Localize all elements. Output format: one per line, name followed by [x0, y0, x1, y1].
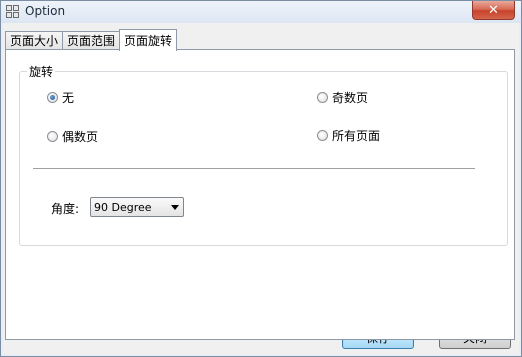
dialog-client-area: 页面大小 页面范围 页面旋转 旋转 无 奇数页 偶数页 所有页面 角度: 90 …: [3, 23, 519, 354]
radio-all-pages-label: 所有页面: [332, 129, 381, 143]
angle-dropdown-value: 90 Degree: [94, 201, 152, 214]
radio-odd-pages-label: 奇数页: [332, 91, 369, 105]
tab-page-rotation[interactable]: 页面旋转: [119, 29, 178, 51]
chevron-down-icon: [171, 205, 179, 210]
close-icon: ✕: [488, 2, 499, 18]
tab-page-range[interactable]: 页面范围: [62, 31, 121, 50]
radio-all-pages[interactable]: 所有页面: [317, 127, 380, 144]
radio-even-pages-label: 偶数页: [62, 130, 99, 144]
rotation-tab-panel: 旋转 无 奇数页 偶数页 所有页面 角度: 90 Degree: [5, 49, 515, 340]
app-grid-icon: [6, 5, 19, 18]
radio-unchecked-icon: [47, 131, 58, 142]
radio-checked-icon: [47, 92, 58, 103]
window-title: Option: [25, 4, 66, 18]
radio-even-pages[interactable]: 偶数页: [47, 128, 98, 145]
rotation-group-label: 旋转: [27, 63, 56, 80]
radio-unchecked-icon: [317, 92, 328, 103]
close-window-button[interactable]: ✕: [472, 1, 515, 20]
title-bar[interactable]: Option ✕: [1, 1, 521, 23]
tab-page-size[interactable]: 页面大小: [5, 31, 64, 50]
angle-dropdown[interactable]: 90 Degree: [90, 197, 184, 217]
radio-odd-pages[interactable]: 奇数页: [317, 89, 368, 106]
tab-strip: 页面大小 页面范围 页面旋转: [5, 28, 178, 51]
rotation-groupbox: 旋转 无 奇数页 偶数页 所有页面 角度: 90 Degree: [19, 63, 508, 246]
radio-unchecked-icon: [317, 130, 328, 141]
radio-none-label: 无: [62, 91, 75, 105]
angle-label: 角度:: [51, 202, 80, 216]
separator-line: [33, 168, 475, 170]
radio-none[interactable]: 无: [47, 89, 74, 106]
option-dialog: Option ✕ 页面大小 页面范围 页面旋转 旋转 无 奇数页 偶数页 所有页…: [0, 0, 522, 357]
